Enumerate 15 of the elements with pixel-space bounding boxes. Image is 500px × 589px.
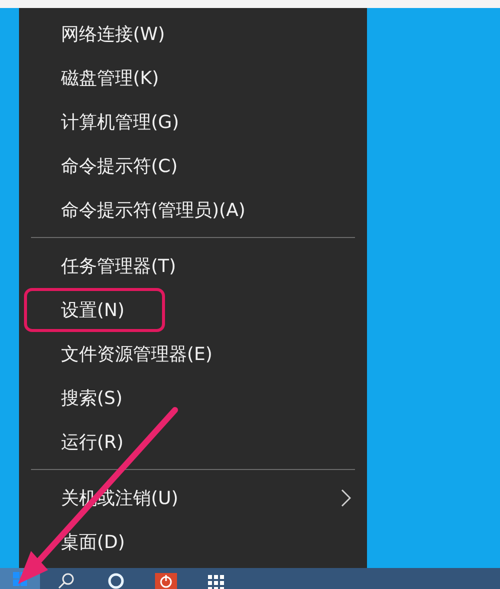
power-app-icon (155, 573, 177, 589)
menu-item[interactable]: 网络连接(W) (61, 22, 165, 46)
menu-item[interactable]: 计算机管理(G) (61, 110, 179, 134)
menu-item[interactable]: 桌面(D) (61, 530, 125, 554)
grid-icon (208, 575, 224, 589)
menu-item[interactable]: 命令提示符(管理员)(A) (61, 198, 246, 222)
menu-item[interactable]: 磁盘管理(K) (61, 66, 159, 90)
menu-item[interactable]: 运行(R) (61, 430, 124, 454)
menu-item[interactable]: 命令提示符(C) (61, 154, 178, 178)
menu-item[interactable]: 搜索(S) (61, 386, 122, 410)
menu-item[interactable]: 文件资源管理器(E) (61, 342, 212, 366)
menu-item[interactable]: 任务管理器(T) (61, 254, 176, 278)
search-icon (58, 573, 74, 589)
menu-item[interactable]: 设置(N) (61, 298, 125, 322)
circle-icon (108, 573, 124, 589)
